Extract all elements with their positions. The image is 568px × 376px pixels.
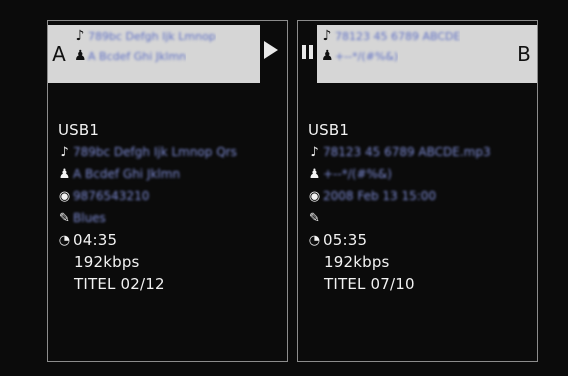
deck-a-header-artist-line: ♟ A Bcdef Ghi Jklmn bbox=[74, 47, 186, 65]
deck-a-title-row: ♪ 789bc Defgh Ijk Lmnop Qrs bbox=[58, 141, 283, 163]
deck-b-bitrate: 192kbps bbox=[324, 253, 390, 271]
pause-icon[interactable] bbox=[302, 45, 313, 59]
disc-icon: ◉ bbox=[308, 188, 321, 204]
deck-b-header: ♪ 78123 45 6789 ABCDE ♟ +--*/(#%&) bbox=[317, 25, 512, 83]
deck-a-genre: Blues bbox=[73, 211, 106, 225]
deck-b-header-title: 78123 45 6789 ABCDE bbox=[335, 29, 461, 43]
deck-b-time: 05:35 bbox=[323, 231, 368, 249]
disc-icon: ◉ bbox=[58, 188, 71, 204]
deck-b-time-row: ◔ 05:35 bbox=[308, 229, 533, 251]
deck-a-track-number: TITEL 02/12 bbox=[74, 275, 165, 293]
deck-a-panel[interactable]: A ♪ 789bc Defgh Ijk Lmnop ♟ A Bcdef Ghi … bbox=[47, 20, 288, 362]
deck-b-date-row: ◉ 2008 Feb 13 15:00 bbox=[308, 185, 533, 207]
deck-b-artist-row: ♟ +--*/(#%&) bbox=[308, 163, 533, 185]
deck-b-title-row: ♪ 78123 45 6789 ABCDE.mp3 bbox=[308, 141, 533, 163]
artist-icon: ♟ bbox=[74, 48, 87, 64]
deck-a-header-artist: A Bcdef Ghi Jklmn bbox=[88, 49, 187, 63]
deck-b-date: 2008 Feb 13 15:00 bbox=[323, 189, 437, 203]
deck-b-track-number: TITEL 07/10 bbox=[324, 275, 415, 293]
deck-a-header: ♪ 789bc Defgh Ijk Lmnop ♟ A Bcdef Ghi Jk… bbox=[70, 25, 260, 83]
clock-icon: ◔ bbox=[58, 232, 71, 248]
deck-b-source: USB1 bbox=[308, 121, 350, 139]
music-note-icon: ♪ bbox=[75, 28, 85, 44]
deck-a-artist: A Bcdef Ghi Jklmn bbox=[73, 167, 181, 181]
deck-b-title: 78123 45 6789 ABCDE.mp3 bbox=[323, 145, 491, 159]
deck-a-title: 789bc Defgh Ijk Lmnop Qrs bbox=[73, 145, 237, 159]
play-icon[interactable] bbox=[264, 41, 278, 59]
deck-a-header-title: 789bc Defgh Ijk Lmnop bbox=[88, 29, 216, 43]
deck-b-panel[interactable]: ♪ 78123 45 6789 ABCDE ♟ +--*/(#%&) B USB… bbox=[297, 20, 538, 362]
deck-b-label: B bbox=[511, 25, 537, 83]
deck-a-header-title-line: ♪ 789bc Defgh Ijk Lmnop bbox=[74, 27, 216, 45]
deck-a-label: A bbox=[48, 25, 70, 83]
deck-a-code: 9876543210 bbox=[73, 189, 150, 203]
deck-a-time-row: ◔ 04:35 bbox=[58, 229, 283, 251]
deck-b-genre-row: ✎ bbox=[308, 207, 533, 229]
artist-icon: ♟ bbox=[321, 48, 334, 64]
genre-icon: ✎ bbox=[59, 210, 70, 226]
deck-a-code-row: ◉ 9876543210 bbox=[58, 185, 283, 207]
deck-b-artist: +--*/(#%&) bbox=[323, 167, 392, 181]
deck-b-track-info: USB1 ♪ 78123 45 6789 ABCDE.mp3 ♟ +--*/(#… bbox=[308, 119, 533, 295]
artist-icon: ♟ bbox=[308, 166, 321, 182]
deck-b-header-title-line: ♪ 78123 45 6789 ABCDE bbox=[321, 27, 461, 45]
deck-a-time: 04:35 bbox=[73, 231, 118, 249]
music-note-icon: ♪ bbox=[60, 144, 69, 160]
deck-a-source: USB1 bbox=[58, 121, 100, 139]
deck-a-bitrate: 192kbps bbox=[74, 253, 140, 271]
music-note-icon: ♪ bbox=[322, 28, 332, 44]
deck-a-artist-row: ♟ A Bcdef Ghi Jklmn bbox=[58, 163, 283, 185]
deck-a-genre-row: ✎ Blues bbox=[58, 207, 283, 229]
artist-icon: ♟ bbox=[58, 166, 71, 182]
dual-deck-screen: A ♪ 789bc Defgh Ijk Lmnop ♟ A Bcdef Ghi … bbox=[0, 0, 568, 376]
deck-b-header-artist: +--*/(#%&) bbox=[335, 49, 399, 63]
music-note-icon: ♪ bbox=[310, 144, 319, 160]
deck-a-track-info: USB1 ♪ 789bc Defgh Ijk Lmnop Qrs ♟ A Bcd… bbox=[58, 119, 283, 295]
clock-icon: ◔ bbox=[308, 232, 321, 248]
deck-b-header-artist-line: ♟ +--*/(#%&) bbox=[321, 47, 398, 65]
genre-icon: ✎ bbox=[309, 210, 320, 226]
